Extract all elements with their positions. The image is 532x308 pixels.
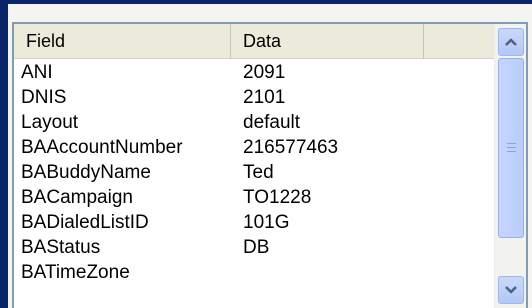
chevron-up-icon (505, 38, 517, 46)
row-data: DB (243, 236, 270, 258)
list-row[interactable]: ANI 2091 (14, 60, 494, 85)
listview-header: Field Data (14, 24, 494, 59)
list-row[interactable]: BABuddyName Ted (14, 160, 494, 185)
grip-line (507, 151, 516, 152)
row-field: BADialedListID (21, 211, 149, 233)
list-row[interactable]: BADialedListID 101G (14, 210, 494, 235)
row-field: BATimeZone (21, 261, 130, 283)
row-field: Layout (21, 111, 79, 133)
scroll-down-button[interactable] (498, 276, 524, 304)
row-data: default (243, 111, 301, 133)
row-field: BAStatus (21, 236, 101, 258)
list-row[interactable]: BATimeZone (14, 260, 494, 285)
grip-line (507, 147, 516, 148)
row-field: DNIS (21, 86, 67, 108)
row-field: ANI (21, 61, 53, 83)
row-field: BAAccountNumber (21, 136, 183, 158)
vertical-scrollbar[interactable] (494, 24, 526, 308)
row-data: TO1228 (243, 186, 312, 208)
list-row[interactable]: BAStatus DB (14, 235, 494, 260)
window-top-border (0, 0, 532, 4)
scroll-thumb[interactable] (498, 58, 524, 238)
scroll-up-button[interactable] (498, 28, 524, 56)
window-left-border (0, 0, 8, 308)
list-row[interactable]: Layout default (14, 110, 494, 135)
column-header-field[interactable]: Field (14, 24, 231, 58)
app-frame: Field Data ANI 2091 DNIS 2101 Layout def… (0, 0, 532, 308)
listview-rows: ANI 2091 DNIS 2101 Layout default BAAcco… (14, 60, 494, 285)
row-field: BABuddyName (21, 161, 151, 183)
list-row[interactable]: DNIS 2101 (14, 85, 494, 110)
list-row[interactable]: BAAccountNumber 216577463 (14, 135, 494, 160)
row-data: 216577463 (243, 136, 339, 158)
grip-line (507, 143, 516, 144)
row-field: BACampaign (21, 186, 133, 208)
column-header-data[interactable]: Data (231, 24, 424, 58)
field-data-listview[interactable]: Field Data ANI 2091 DNIS 2101 Layout def… (12, 22, 528, 308)
row-data: 2091 (243, 61, 286, 83)
row-data: 101G (243, 211, 290, 233)
column-header-empty[interactable] (424, 24, 494, 58)
row-data: 2101 (243, 86, 286, 108)
row-data: Ted (243, 161, 274, 183)
chevron-down-icon (505, 286, 517, 294)
list-row[interactable]: BACampaign TO1228 (14, 185, 494, 210)
